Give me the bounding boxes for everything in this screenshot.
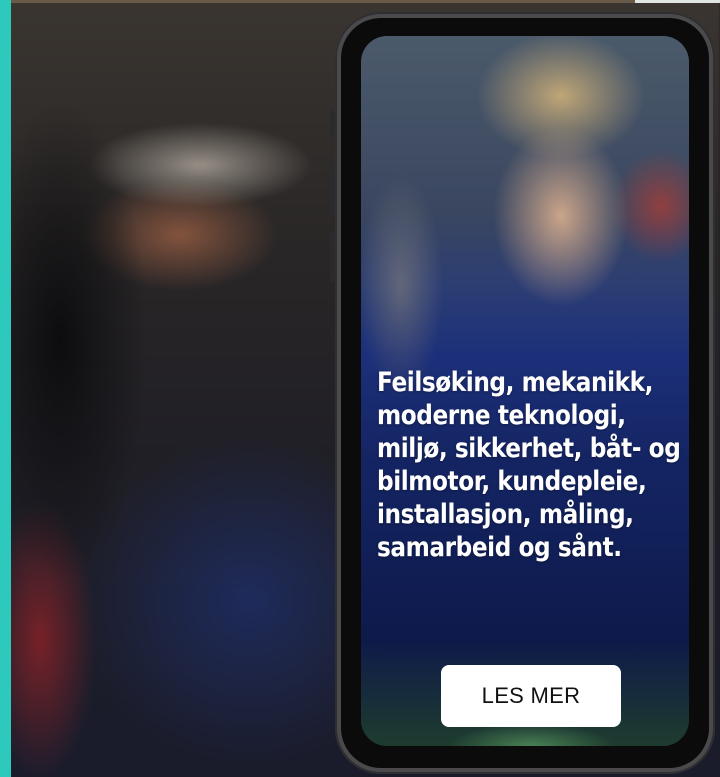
- background-seat-shadow: [0, 20, 150, 640]
- headline-line: miljø, sikkerhet, båt- og: [377, 433, 681, 464]
- phone-mockup: Feilsøking, mekanikk, moderne teknologi,…: [335, 12, 715, 774]
- headline-line: installasjon, måling,: [377, 499, 634, 530]
- headline-line: Feilsøking, mekanikk,: [377, 367, 654, 398]
- headline-line: bilmotor, kundepleie,: [377, 466, 647, 497]
- accent-bar: [0, 0, 11, 777]
- top-strip-light: [635, 0, 720, 3]
- phone-screen: Feilsøking, mekanikk, moderne teknologi,…: [361, 36, 689, 746]
- top-strip: [11, 0, 720, 3]
- headline: Feilsøking, mekanikk, moderne teknologi,…: [377, 366, 681, 564]
- phone-bezel: Feilsøking, mekanikk, moderne teknologi,…: [341, 18, 709, 768]
- headline-line: samarbeid og sånt.: [377, 532, 622, 563]
- les-mer-button[interactable]: LES MER: [441, 665, 621, 727]
- headline-line: moderne teknologi,: [377, 400, 626, 431]
